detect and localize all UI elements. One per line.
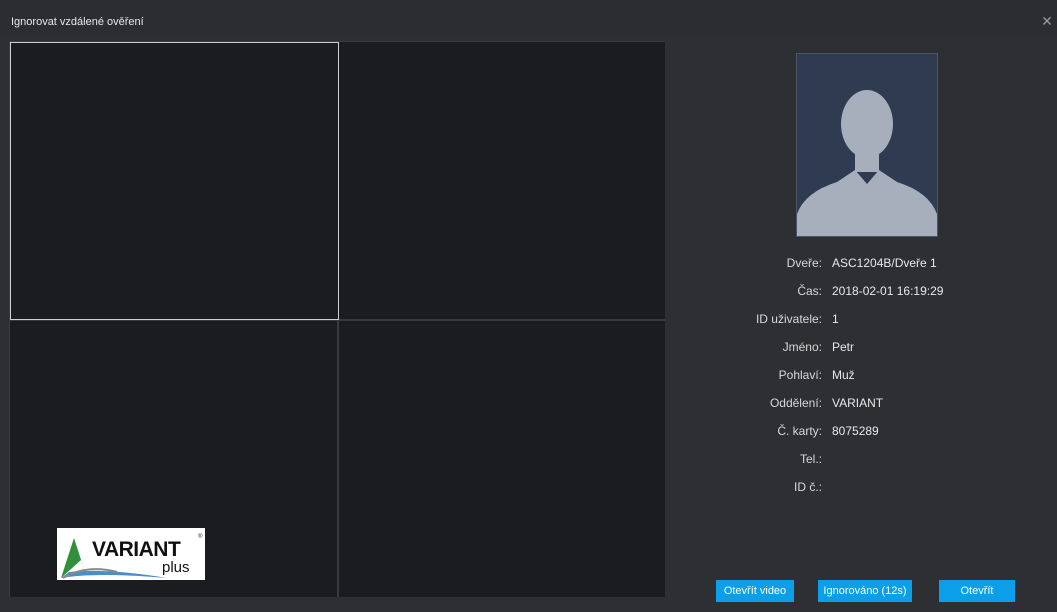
video-pane-2[interactable]: [339, 42, 665, 319]
logo-registered-mark: ®: [198, 534, 203, 540]
name-value: Petr: [832, 340, 855, 354]
time-label: Čas:: [797, 284, 822, 298]
department-value: VARIANT: [832, 396, 884, 410]
info-row-department: Oddělení: VARIANT: [700, 396, 1040, 412]
title-bar: Ignorovat vzdálené ověření ✕: [0, 0, 1057, 36]
gender-label: Pohlaví:: [778, 368, 822, 382]
info-row-id-number: ID č.:: [700, 480, 1040, 496]
ignored-button[interactable]: Ignorováno (12s): [818, 580, 912, 602]
open-button[interactable]: Otevřít: [939, 580, 1015, 602]
card-number-value: 8075289: [832, 424, 879, 438]
video-grid: VARIANT ® plus: [9, 41, 665, 597]
info-row-time: Čas: 2018-02-01 16:19:29: [700, 284, 1040, 300]
dialog-title: Ignorovat vzdálené ověření: [11, 16, 144, 28]
phone-label: Tel.:: [799, 452, 822, 466]
info-row-door: Dveře: ASC1204B/Dveře 1: [700, 256, 1040, 272]
open-video-button[interactable]: Otevřít video: [716, 580, 794, 602]
info-row-gender: Pohlaví: Muž: [700, 368, 1040, 384]
time-value: 2018-02-01 16:19:29: [832, 284, 944, 298]
user-silhouette-icon: [797, 90, 937, 236]
card-number-label: Č. karty:: [777, 424, 822, 438]
logo-sub-text: plus: [162, 559, 190, 576]
video-pane-1[interactable]: [10, 42, 339, 320]
department-label: Oddělení:: [769, 396, 822, 410]
close-icon[interactable]: ✕: [1040, 14, 1054, 28]
info-row-name: Jméno: Petr: [700, 340, 1040, 356]
info-row-phone: Tel.:: [700, 452, 1040, 468]
video-pane-4[interactable]: [339, 321, 665, 597]
gender-value: Muž: [832, 368, 855, 382]
door-label: Dveře:: [786, 256, 822, 270]
name-label: Jméno:: [782, 340, 822, 354]
user-id-value: 1: [832, 312, 839, 326]
door-value: ASC1204B/Dveře 1: [832, 256, 937, 270]
user-id-label: ID uživatele:: [755, 312, 822, 326]
variant-plus-logo: VARIANT ® plus: [57, 528, 205, 580]
info-row-user-id: ID uživatele: 1: [700, 312, 1040, 328]
user-photo: [796, 53, 938, 237]
info-row-card-number: Č. karty: 8075289: [700, 424, 1040, 440]
id-number-label: ID č.:: [793, 480, 822, 494]
